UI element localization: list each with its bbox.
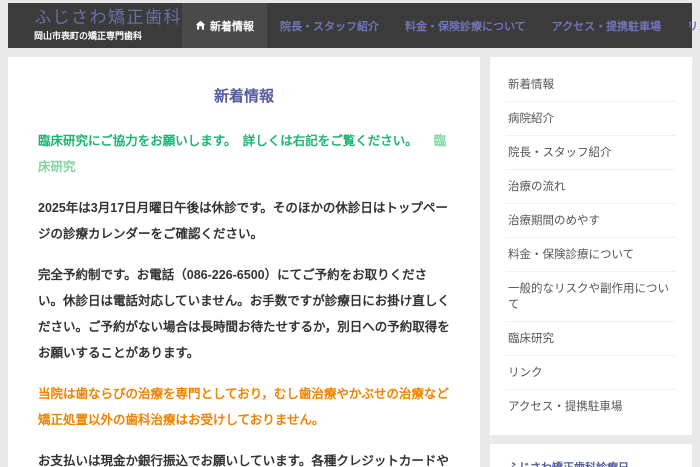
sidebar-item-treatment-period[interactable]: 治療期間のめやす xyxy=(506,204,676,238)
nav-item-label: 新着情報 xyxy=(210,20,254,33)
main-nav: 新着情報 院長・スタッフ紹介 料金・保険診療について アクセス・提携駐車場 リン… xyxy=(182,3,700,48)
sidebar: 新着情報 病院紹介 院長・スタッフ紹介 治療の流れ 治療期間のめやす 料金・保険… xyxy=(490,57,692,467)
nav-item-label: 料金・保険診療について xyxy=(405,20,526,33)
notice-paragraph: お支払いは現金か銀行振込でお願いしています。各種クレジットカードや電子マネーは受… xyxy=(38,454,449,467)
page-title: 新着情報 xyxy=(213,88,274,105)
clinical-study-notice: 臨床研究にご協力をお願いします。 詳しくは右記をご覧ください。 臨床研究 xyxy=(38,128,450,180)
sidebar-item-staff[interactable]: 院長・スタッフ紹介 xyxy=(506,136,676,170)
site-subtitle: 岡山市表町の矯正専門歯科 xyxy=(34,31,143,41)
sidebar-item-clinical-study[interactable]: 臨床研究 xyxy=(506,322,676,356)
clinical-study-notice-text: 臨床研究にご協力をお願いします。 詳しくは右記をご覧ください。 xyxy=(38,134,418,148)
nav-item-label: 院長・スタッフ紹介 xyxy=(280,20,379,33)
sidebar-item-access[interactable]: アクセス・提携駐車場 xyxy=(506,390,676,423)
sidebar-item-treatment-flow[interactable]: 治療の流れ xyxy=(506,170,676,204)
sidebar-item-fees[interactable]: 料金・保険診療について xyxy=(506,238,676,272)
notice-paragraph: 完全予約制です。お電話（086-226-6500）にてご予約をお取りください。休… xyxy=(38,268,450,360)
nav-item-fees[interactable]: 料金・保険診療について xyxy=(392,3,539,48)
nav-item-label: アクセス・提携駐車場 xyxy=(551,20,662,33)
nav-item-staff[interactable]: 院長・スタッフ紹介 xyxy=(267,3,392,48)
nav-item-access[interactable]: アクセス・提携駐車場 xyxy=(539,3,674,48)
calendar-title: ふじさわ矯正歯科診療日 xyxy=(508,459,676,467)
notice-paragraph: 2025年は3月17日月曜日午後は休診です。そのほかの休診日はトップページの診療… xyxy=(38,201,448,241)
page-container: ふじさわ矯正歯科 岡山市表町の矯正専門歯科 新着情報 院長・スタッフ紹介 料金・… xyxy=(8,3,700,467)
site-header: ふじさわ矯正歯科 岡山市表町の矯正専門歯科 新着情報 院長・スタッフ紹介 料金・… xyxy=(8,3,700,48)
home-icon xyxy=(195,20,206,31)
sidebar-item-clinic-intro[interactable]: 病院紹介 xyxy=(506,102,676,136)
brand[interactable]: ふじさわ矯正歯科 岡山市表町の矯正専門歯科 xyxy=(8,3,182,48)
nav-item-label: リンク xyxy=(687,20,700,33)
notice-paragraph-warning: 当院は歯ならびの治療を専門としており，むし歯治療やかぶせの治療など矯正処置以外の… xyxy=(38,387,449,427)
sidebar-item-news[interactable]: 新着情報 xyxy=(506,68,676,102)
site-title[interactable]: ふじさわ矯正歯科 xyxy=(34,8,182,28)
sidebar-item-risks[interactable]: 一般的なリスクや副作用について xyxy=(506,272,676,322)
nav-item-links[interactable]: リンク xyxy=(674,3,700,48)
calendar-widget: ふじさわ矯正歯科診療日 2025年 4月 ‹ ‖ › 日 月 火 xyxy=(490,444,692,467)
sidebar-item-links[interactable]: リンク xyxy=(506,356,676,390)
main-content: 新着情報 臨床研究にご協力をお願いします。 詳しくは右記をご覧ください。 臨床研究… xyxy=(8,57,480,467)
nav-item-news[interactable]: 新着情報 xyxy=(182,3,267,48)
sidebar-menu: 新着情報 病院紹介 院長・スタッフ紹介 治療の流れ 治療期間のめやす 料金・保険… xyxy=(490,57,692,435)
